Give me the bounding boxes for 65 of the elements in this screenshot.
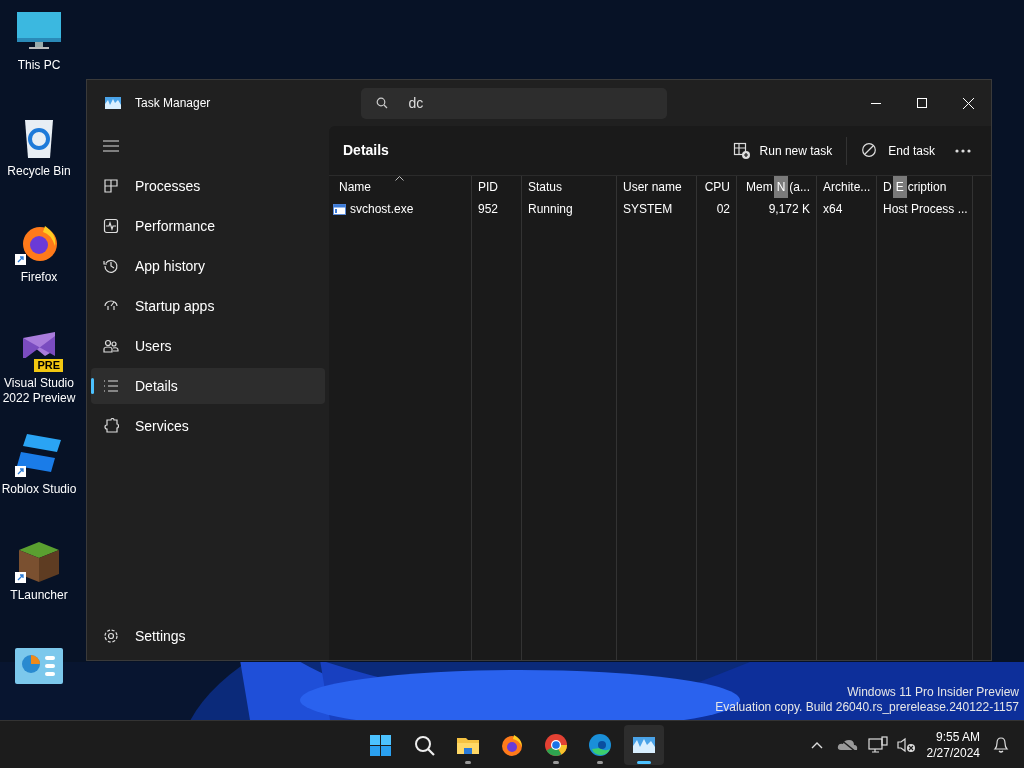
column-header[interactable]: CPU [697, 176, 736, 198]
watermark-text: Evaluation copy. Build 26040.rs_prerelease.240122-1157 [715, 700, 1019, 715]
column-header[interactable]: Name [333, 176, 471, 198]
list-icon [103, 378, 119, 394]
table-cell-text: Running [527, 201, 574, 218]
close-icon [962, 97, 974, 109]
users-icon [103, 338, 119, 354]
key-tip: N [773, 176, 789, 198]
desktop-icon-label[interactable]: Recycle Bin [0, 164, 78, 179]
table-cell-text: x64 [822, 201, 844, 218]
run-new-task-button[interactable]: Run new task [722, 134, 843, 167]
grid-icon [103, 178, 119, 194]
chrome-icon [544, 732, 568, 757]
table-cell-text: SYSTEM [622, 201, 674, 218]
table-cell-text: Host Process ... [882, 201, 969, 218]
desktop-icon-label[interactable]: Firefox [0, 270, 78, 285]
desktop-icon-label[interactable]: Visual Studio 2022 Preview [0, 376, 78, 406]
sidebar-item[interactable]: Startup apps [91, 288, 325, 324]
puzzle-icon [103, 418, 119, 434]
history-icon [103, 258, 119, 274]
search-input[interactable]: dc [408, 92, 649, 114]
sidebar-item[interactable]: Users [91, 328, 325, 364]
sidebar-item[interactable]: Services [91, 408, 325, 444]
clock[interactable]: 9:55 AM 2/27/2024 [920, 728, 986, 761]
more-icon [955, 148, 971, 153]
end-task-button[interactable]: End task [851, 134, 945, 167]
cancel-icon [861, 142, 879, 159]
maximize-icon [917, 98, 927, 108]
key-tip: E [892, 176, 907, 198]
sidebar-item[interactable]: Details [91, 368, 325, 404]
firefox-icon [500, 732, 524, 757]
desktop-icon-label[interactable]: This PC [0, 58, 78, 73]
table-cell-text: 952 [477, 201, 500, 218]
gear-icon [103, 628, 119, 644]
app-icon [105, 97, 121, 109]
menu-icon [103, 140, 119, 152]
column-header[interactable]: User name [617, 176, 696, 198]
sidebar-item[interactable]: App history [91, 248, 325, 284]
search-icon [376, 97, 389, 109]
table-cell-text: 9,172 K [767, 201, 811, 218]
desktop-icon-label[interactable]: TLauncher [0, 588, 78, 603]
edge-icon [588, 732, 612, 757]
process-icon [333, 203, 346, 215]
new-task-icon [732, 142, 750, 159]
process-name-cell: svchost.exe [333, 198, 471, 220]
watermark-text: Windows 11 Pro Insider Preview [846, 685, 1019, 700]
column-header[interactable]: PID [472, 176, 521, 198]
desktop-icon-label[interactable]: Roblox Studio [0, 482, 78, 497]
table-cell-text: 02 [715, 201, 731, 218]
column-header[interactable]: Status [522, 176, 616, 198]
page-title: Details [343, 141, 389, 160]
column-header[interactable]: D E cription [877, 176, 972, 198]
window-title: Task Manager [135, 95, 211, 112]
minimize-icon [871, 102, 881, 104]
search-field[interactable]: dc [361, 87, 668, 119]
sidebar-item[interactable]: Performance [91, 208, 325, 244]
column-header[interactable]: Mem N (a... [737, 176, 816, 198]
roblox-studio-icon[interactable] [15, 432, 63, 478]
sidebar-item[interactable]: Processes [91, 168, 325, 204]
settings-item[interactable]: Settings [91, 618, 325, 654]
taskbar-app[interactable] [624, 724, 664, 765]
column-header[interactable]: Archite... [817, 176, 876, 198]
pre-badge: PRE [34, 359, 63, 372]
pulse-icon [103, 218, 119, 234]
windows-logo-icon [368, 732, 392, 757]
